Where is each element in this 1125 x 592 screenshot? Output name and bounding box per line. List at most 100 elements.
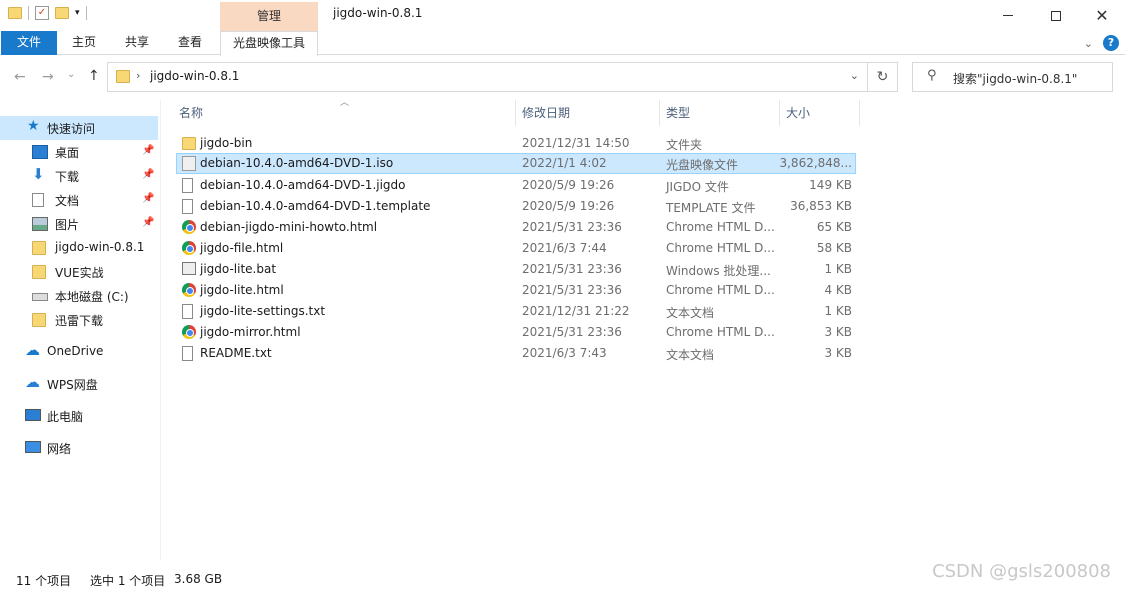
search-input[interactable]: ⚲ 搜索"jigdo-win-0.8.1" <box>912 62 1113 92</box>
disc-image-icon <box>182 156 196 171</box>
file-row-selected[interactable]: debian-10.4.0-amd64-DVD-1.iso 2022/1/1 4… <box>176 153 856 174</box>
quick-access-toolbar: ✓ ▾ <box>8 6 87 20</box>
file-row[interactable]: jigdo-lite.html 2021/5/31 23:36 Chrome H… <box>176 280 856 301</box>
address-bar[interactable]: › jigdo-win-0.8.1 ⌄ <box>107 62 868 92</box>
file-size: 1 KB <box>824 262 852 276</box>
ribbon-tabs: 文件 主页 共享 查看 光盘映像工具 ⌄ ? <box>0 31 1125 56</box>
file-icon <box>182 199 193 214</box>
folder-icon <box>8 7 22 19</box>
nav-item-label: jigdo-win-0.8.1 <box>55 240 145 254</box>
nav-item-quick-access[interactable]: ★ 快速访问 <box>0 116 158 140</box>
nav-item-local-disk[interactable]: 本地磁盘 (C:) <box>0 284 158 308</box>
file-type: Chrome HTML D... <box>666 220 775 234</box>
file-row[interactable]: debian-jigdo-mini-howto.html 2021/5/31 2… <box>176 217 856 238</box>
file-date: 2020/5/9 19:26 <box>522 199 615 213</box>
file-name: jigdo-lite-settings.txt <box>200 304 326 318</box>
nav-item-onedrive[interactable]: ☁ OneDrive <box>0 340 158 364</box>
minimize-button[interactable] <box>985 0 1031 31</box>
nav-item-network[interactable]: 网络 <box>0 436 158 460</box>
file-row[interactable]: jigdo-lite.bat 2021/5/31 23:36 Windows 批… <box>176 259 856 280</box>
column-header-date[interactable]: 修改日期 <box>522 100 570 126</box>
file-name: jigdo-bin <box>200 136 253 150</box>
tab-disc-image-tools[interactable]: 光盘映像工具 <box>220 31 318 56</box>
file-row[interactable]: jigdo-mirror.html 2021/5/31 23:36 Chrome… <box>176 322 856 343</box>
tab-share[interactable]: 共享 <box>113 31 161 55</box>
file-row[interactable]: jigdo-lite-settings.txt 2021/12/31 21:22… <box>176 301 856 322</box>
column-header-name[interactable]: 名称 <box>179 100 203 126</box>
column-header-size[interactable]: 大小 <box>786 100 810 126</box>
forward-arrow-icon[interactable]: → <box>42 69 54 85</box>
file-date: 2021/12/31 14:50 <box>522 136 630 150</box>
nav-item-xunlei[interactable]: 迅雷下载 <box>0 308 158 332</box>
file-date: 2021/12/31 21:22 <box>522 304 630 318</box>
pin-icon[interactable]: 📌 <box>142 145 154 156</box>
tab-home[interactable]: 主页 <box>60 31 108 55</box>
folder-icon <box>182 137 196 150</box>
help-icon[interactable]: ? <box>1103 35 1119 51</box>
nav-item-label: 网络 <box>47 442 72 456</box>
nav-item-label: 下载 <box>55 170 80 184</box>
expand-ribbon-icon[interactable]: ⌄ <box>1084 37 1093 50</box>
address-dropdown-icon[interactable]: ⌄ <box>850 69 859 82</box>
refresh-button[interactable]: ↻ <box>868 62 898 92</box>
breadcrumb-chevron-icon[interactable]: › <box>136 69 140 82</box>
file-row[interactable]: jigdo-file.html 2021/6/3 7:44 Chrome HTM… <box>176 238 856 259</box>
column-header-type[interactable]: 类型 <box>666 100 690 126</box>
file-size: 3 KB <box>824 346 852 360</box>
file-row[interactable]: jigdo-bin 2021/12/31 14:50 文件夹 <box>176 133 856 154</box>
breadcrumb[interactable]: jigdo-win-0.8.1 <box>150 69 239 83</box>
file-type: Chrome HTML D... <box>666 325 775 339</box>
drive-icon <box>32 293 48 301</box>
file-type: 光盘映像文件 <box>666 158 739 172</box>
column-divider[interactable] <box>859 100 860 126</box>
file-name: debian-jigdo-mini-howto.html <box>200 220 378 234</box>
pin-icon[interactable]: 📌 <box>142 169 154 180</box>
file-name: jigdo-lite.bat <box>200 262 277 276</box>
file-date: 2021/6/3 7:44 <box>522 241 607 255</box>
tab-file[interactable]: 文件 <box>1 31 57 55</box>
customize-qat-icon[interactable]: ▾ <box>75 8 80 18</box>
nav-item-this-pc[interactable]: 此电脑 <box>0 404 158 428</box>
nav-item-pictures[interactable]: 图片 📌 <box>0 212 158 236</box>
maximize-button[interactable] <box>1033 0 1079 31</box>
pin-icon[interactable]: 📌 <box>142 217 154 228</box>
nav-item-downloads[interactable]: ⬇ 下载 📌 <box>0 164 158 188</box>
file-row[interactable]: debian-10.4.0-amd64-DVD-1.template 2020/… <box>176 196 856 217</box>
nav-item-vue[interactable]: VUE实战 <box>0 260 158 284</box>
nav-item-label: 文档 <box>55 194 80 208</box>
file-name: jigdo-mirror.html <box>200 325 301 339</box>
file-row[interactable]: README.txt 2021/6/3 7:43 文本文档 3 KB <box>176 343 856 364</box>
ribbon-controls: ⌄ ? <box>1084 35 1119 51</box>
close-button[interactable]: ✕ <box>1079 0 1125 31</box>
refresh-icon: ↻ <box>876 69 889 85</box>
new-folder-icon[interactable] <box>55 7 69 19</box>
folder-icon <box>116 70 130 83</box>
column-divider[interactable] <box>515 100 516 126</box>
file-name: jigdo-file.html <box>200 241 284 255</box>
nav-item-wps-cloud[interactable]: ☁ WPS网盘 <box>0 372 158 396</box>
file-size: 4 KB <box>824 283 852 297</box>
text-file-icon <box>182 346 193 361</box>
nav-item-desktop[interactable]: 桌面 📌 <box>0 140 158 164</box>
properties-icon[interactable]: ✓ <box>35 6 49 20</box>
pin-icon[interactable]: 📌 <box>142 193 154 204</box>
file-size: 58 KB <box>816 241 852 255</box>
tab-view[interactable]: 查看 <box>166 31 214 55</box>
divider <box>160 100 161 560</box>
computer-icon <box>25 409 41 421</box>
wps-cloud-icon: ☁ <box>25 373 40 391</box>
up-arrow-icon[interactable]: ↑ <box>88 68 100 84</box>
column-divider[interactable] <box>659 100 660 126</box>
back-arrow-icon[interactable]: ← <box>14 69 26 85</box>
file-type: Windows 批处理... <box>666 264 771 278</box>
search-placeholder: 搜索"jigdo-win-0.8.1" <box>953 72 1078 86</box>
cloud-icon: ☁ <box>25 341 40 359</box>
file-row[interactable]: debian-10.4.0-amd64-DVD-1.jigdo 2020/5/9… <box>176 175 856 196</box>
column-divider[interactable] <box>779 100 780 126</box>
nav-item-jigdo-win[interactable]: jigdo-win-0.8.1 <box>0 236 158 260</box>
chrome-icon <box>182 283 196 297</box>
nav-item-documents[interactable]: 文档 📌 <box>0 188 158 212</box>
file-date: 2021/5/31 23:36 <box>522 325 622 339</box>
file-size: 1 KB <box>824 304 852 318</box>
recent-locations-icon[interactable]: ⌄ <box>67 69 75 80</box>
